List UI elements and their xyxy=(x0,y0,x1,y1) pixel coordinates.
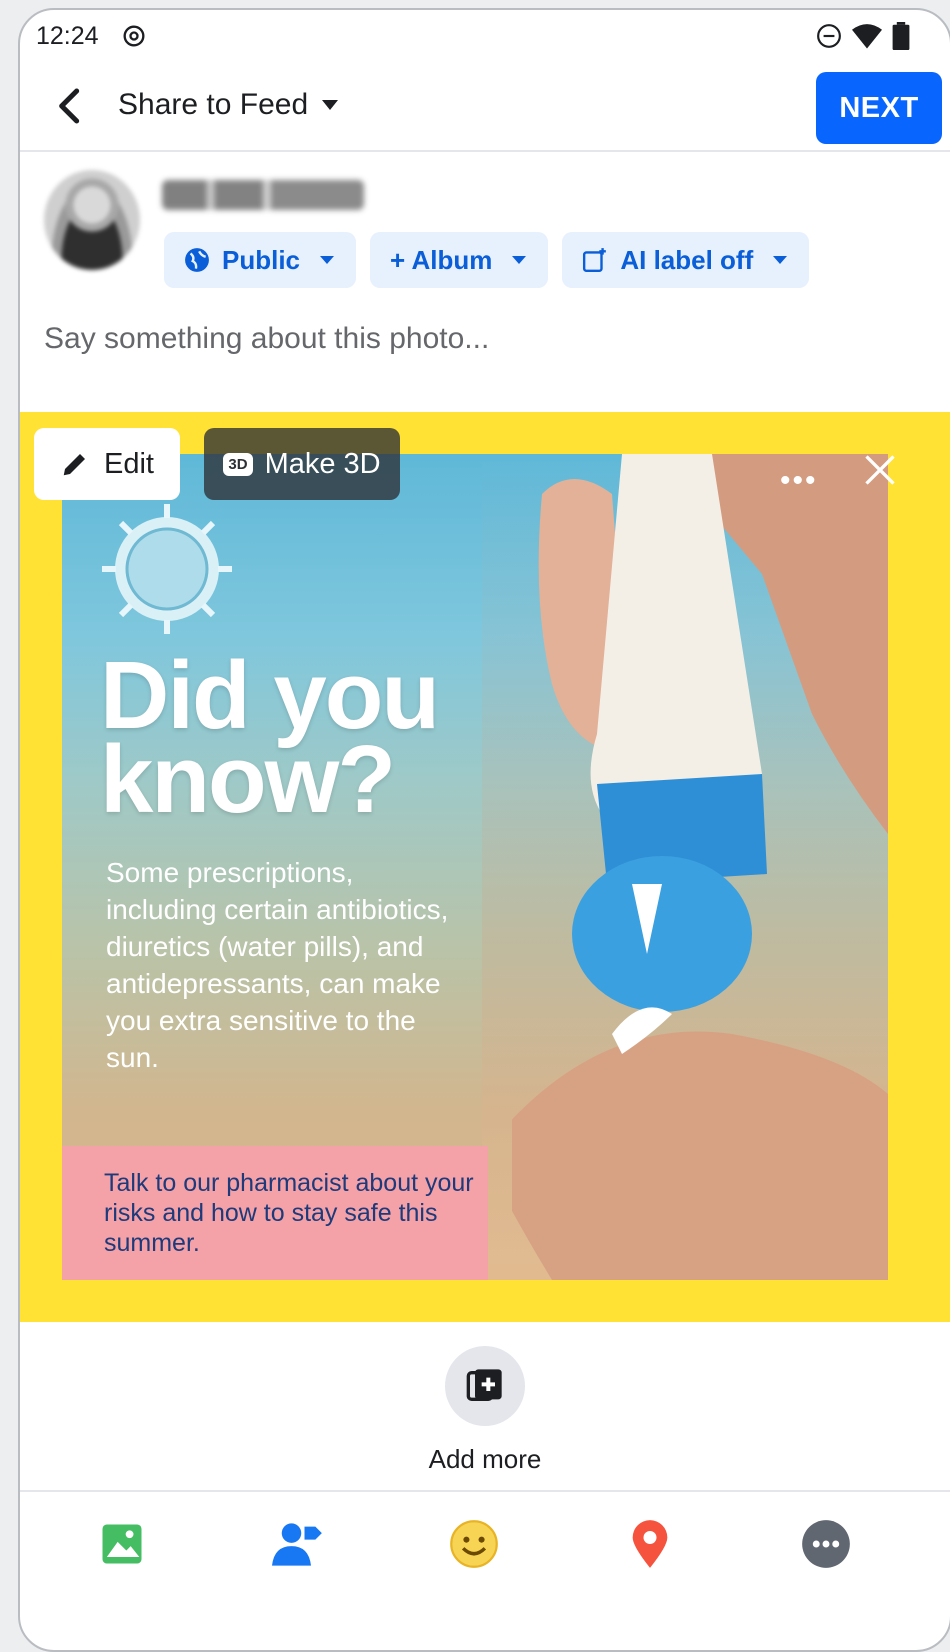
audience-chips: Public + Album AI label off xyxy=(164,232,810,288)
callout-text: Talk to our pharmacist about your risks … xyxy=(104,1169,474,1257)
status-bar: 12:24 xyxy=(20,10,950,66)
caret-down-icon xyxy=(773,256,788,264)
privacy-public-chip[interactable]: Public xyxy=(164,232,357,288)
edit-photo-button[interactable]: Edit xyxy=(34,428,180,500)
settings-gear-icon xyxy=(123,25,145,47)
photo-frame: Did you know? Some prescriptions, includ… xyxy=(20,412,950,1322)
back-arrow-icon[interactable] xyxy=(50,86,90,126)
caret-down-icon xyxy=(320,256,335,264)
more-icon[interactable] xyxy=(800,1518,852,1570)
caption-input[interactable]: Say something about this photo... xyxy=(44,322,489,356)
chip-label: + Album xyxy=(390,244,493,275)
battery-icon xyxy=(892,22,910,50)
ai-label-chip[interactable]: AI label off xyxy=(562,232,810,288)
globe-icon xyxy=(185,248,209,272)
next-button[interactable]: NEXT xyxy=(816,72,942,144)
page-title: Share to Feed xyxy=(118,88,309,121)
chip-label: Public xyxy=(222,244,301,275)
phone-frame: 12:24 Share to Feed NEXT Public + Album … xyxy=(18,8,950,1652)
wifi-icon xyxy=(852,24,882,49)
post-photo[interactable]: Did you know? Some prescriptions, includ… xyxy=(62,454,888,1280)
status-time: 12:24 xyxy=(36,22,99,50)
callout-box: Talk to our pharmacist about your risks … xyxy=(62,1146,488,1280)
headline-line-2: know? xyxy=(100,726,396,833)
tag-people-icon[interactable] xyxy=(272,1518,324,1570)
add-media-icon xyxy=(466,1369,502,1401)
location-icon[interactable] xyxy=(624,1518,676,1570)
photo-body-text: Some prescriptions, including certain an… xyxy=(106,857,449,1073)
album-chip[interactable]: + Album xyxy=(370,232,549,288)
edit-label: Edit xyxy=(104,447,154,480)
ai-label-icon xyxy=(583,248,607,273)
sunscreen-illustration xyxy=(512,454,888,1280)
chip-label: AI label off xyxy=(620,244,754,275)
headline: Did you know? xyxy=(100,648,440,833)
3d-badge-icon: 3D xyxy=(223,452,253,476)
share-destination-dropdown[interactable]: Share to Feed xyxy=(118,88,339,122)
make-3d-label: Make 3D xyxy=(264,447,381,480)
do-not-disturb-icon xyxy=(817,24,841,48)
caret-down-icon xyxy=(322,100,339,110)
more-options-icon[interactable]: ••• xyxy=(780,464,818,498)
bottom-toolbar xyxy=(20,1490,950,1632)
avatar xyxy=(44,170,140,270)
add-more-section: Add more xyxy=(20,1346,950,1475)
close-icon[interactable] xyxy=(862,452,898,488)
sun-icon xyxy=(102,504,232,634)
username-blurred xyxy=(162,180,364,210)
add-more-label: Add more xyxy=(428,1444,542,1474)
photo-icon[interactable] xyxy=(96,1518,148,1570)
top-bar: Share to Feed NEXT xyxy=(20,66,950,152)
feeling-icon[interactable] xyxy=(448,1518,500,1570)
make-3d-button[interactable]: 3D Make 3D xyxy=(204,428,400,500)
add-more-button[interactable] xyxy=(445,1346,525,1426)
caret-down-icon xyxy=(512,256,527,264)
pencil-icon xyxy=(63,454,85,476)
